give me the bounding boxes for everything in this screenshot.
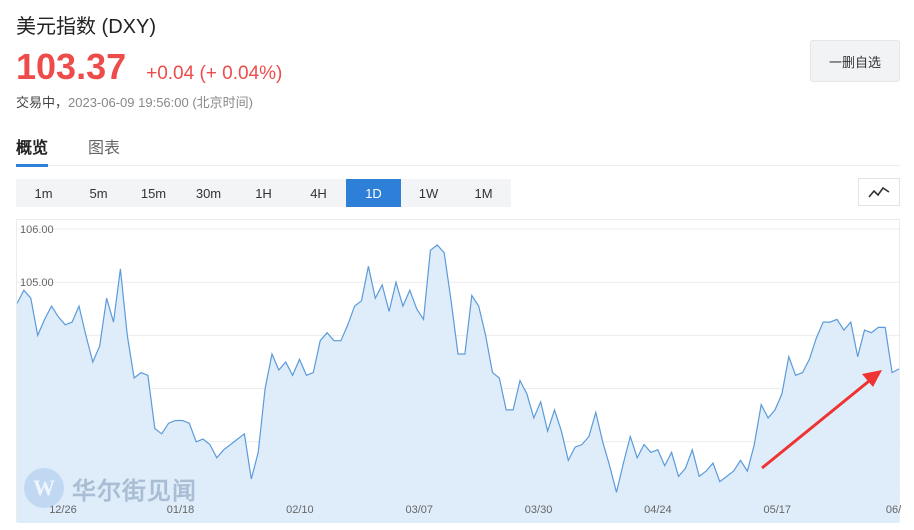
remove-watchlist-button[interactable]: 一删自选 (810, 40, 900, 82)
period-1M[interactable]: 1M (456, 179, 511, 207)
period-1w[interactable]: 1W (401, 179, 456, 207)
watermark-text: 华尔街见闻 (72, 476, 197, 505)
period-15m[interactable]: 15m (126, 179, 181, 207)
y-tick-label: 105.00 (20, 277, 54, 289)
status-text: 交易中， (16, 95, 69, 110)
last-price: 103.37 (16, 46, 127, 87)
x-tick-label: 05/17 (763, 504, 791, 516)
period-4h[interactable]: 4H (291, 179, 346, 207)
period-1h[interactable]: 1H (236, 179, 291, 207)
watermark: W 华尔街见闻 (24, 468, 197, 508)
period-selector: 1m 5m 15m 30m 1H 4H 1D 1W 1M (16, 179, 511, 207)
tab-overview[interactable]: 概览 (16, 126, 49, 167)
y-tick-label: 106.00 (20, 224, 54, 236)
period-1m[interactable]: 1m (16, 179, 71, 207)
x-tick-label: 04/24 (644, 504, 672, 516)
tab-chart[interactable]: 图表 (88, 126, 120, 166)
period-5m[interactable]: 5m (71, 179, 126, 207)
quote-row: 103.37 +0.04 (+ 0.04%) (16, 46, 283, 87)
x-tick-label: 03/07 (405, 504, 433, 516)
page-title: 美元指数 (DXY) (16, 16, 156, 38)
timestamp: 2023-06-09 19:56:00 (北京时间) (68, 95, 253, 110)
trading-status: 交易中，2023-06-09 19:56:00 (北京时间) (16, 92, 253, 111)
x-tick-label: 02/10 (286, 504, 314, 516)
x-tick-label: 06/0 (886, 504, 901, 516)
chart-type-button[interactable] (858, 178, 900, 206)
tab-bar: 概览 图表 (16, 126, 900, 167)
period-1d[interactable]: 1D (346, 179, 401, 207)
line-chart-icon (868, 186, 890, 198)
price-change: +0.04 (+ 0.04%) (146, 63, 283, 84)
period-30m[interactable]: 30m (181, 179, 236, 207)
watermark-logo: W (24, 468, 64, 508)
x-tick-label: 03/30 (525, 504, 553, 516)
